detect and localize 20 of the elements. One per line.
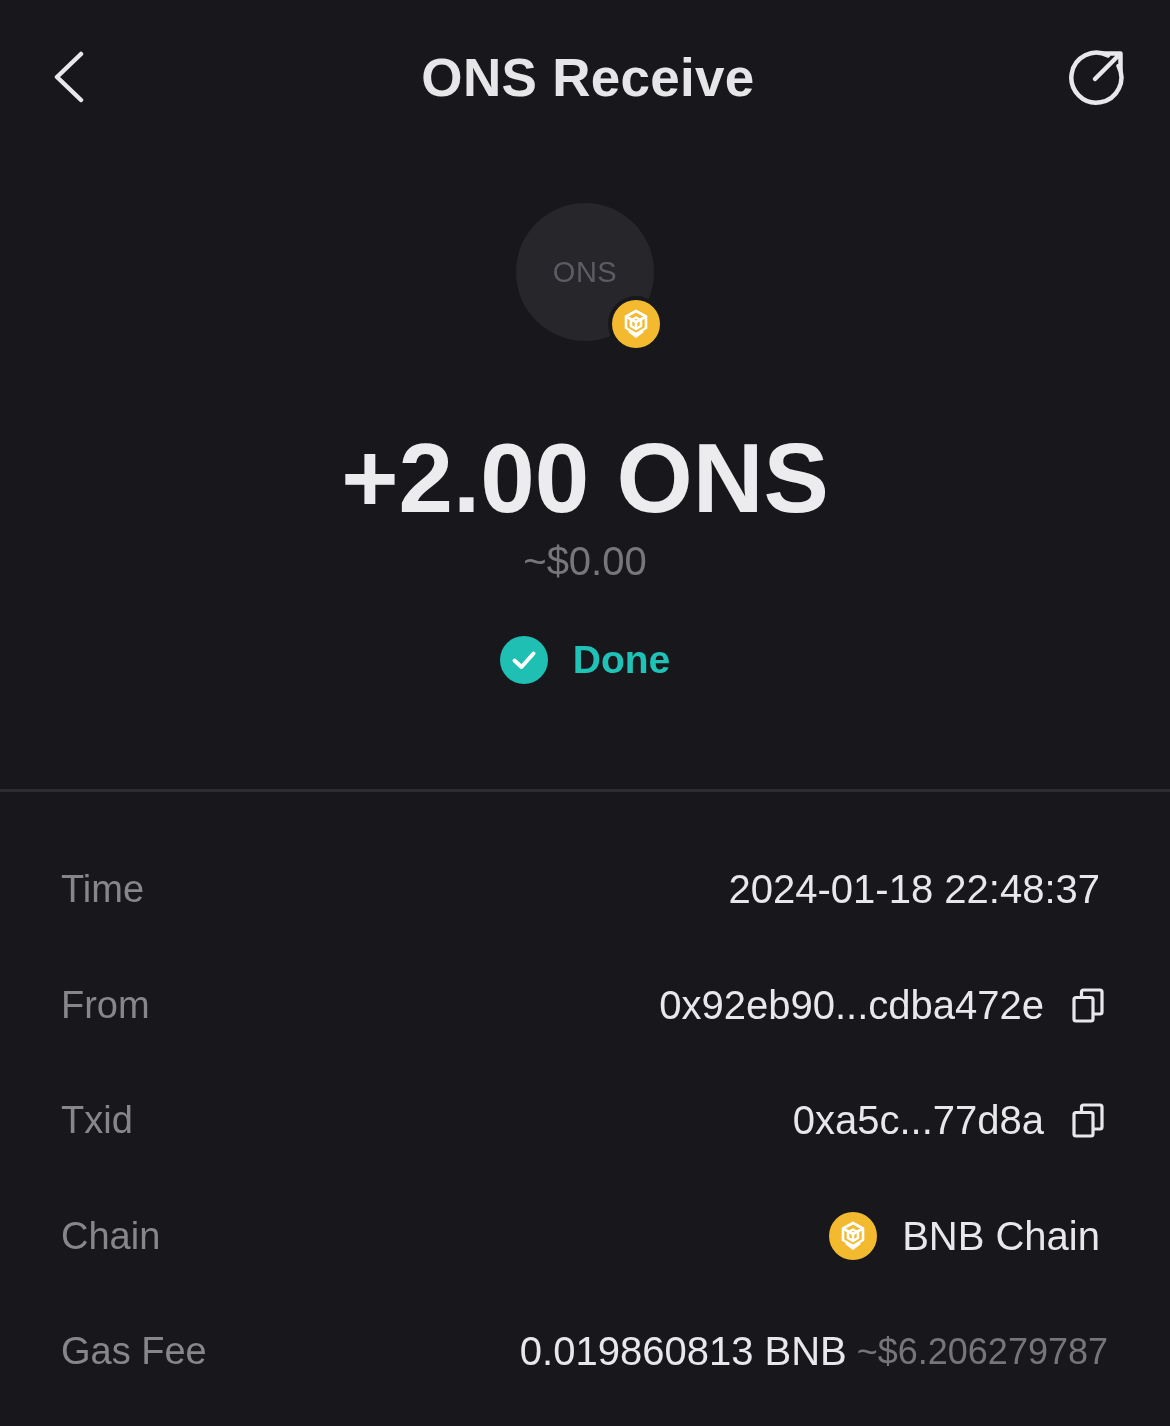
detail-label: Gas Fee	[61, 1330, 207, 1374]
detail-value: 0xa5c...77d8a	[792, 1098, 1044, 1144]
status-text: Done	[572, 638, 671, 682]
detail-value: BNB Chain	[902, 1213, 1100, 1259]
copy-icon[interactable]	[1072, 1103, 1104, 1139]
amount-text: +2.00 ONS	[341, 423, 829, 533]
detail-label: Chain	[61, 1214, 161, 1258]
detail-value: 0x92eb90...cdba472e	[659, 982, 1044, 1028]
cube-coin-icon	[829, 1212, 878, 1261]
page-title: ONS Receive	[421, 46, 755, 108]
copy-icon[interactable]	[1072, 987, 1104, 1023]
fiat-value: ~$6.206279787	[856, 1330, 1108, 1373]
detail-value: 2024-01-18 22:48:37	[728, 867, 1100, 913]
share-icon[interactable]	[1068, 48, 1126, 106]
check-icon	[499, 636, 548, 684]
detail-label: From	[61, 983, 150, 1027]
fiat-value: ~$0.00	[523, 538, 647, 585]
detail-label: Txid	[61, 1099, 133, 1143]
detail-value: 0.019860813 BNB	[519, 1329, 847, 1375]
detail-label: Time	[61, 868, 145, 912]
